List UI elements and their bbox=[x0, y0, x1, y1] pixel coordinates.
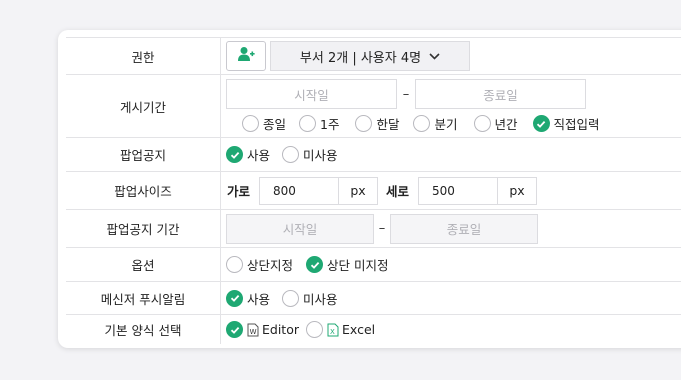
radio-circle bbox=[473, 115, 491, 132]
date-separator: – bbox=[402, 86, 410, 102]
word-doc-icon: W bbox=[247, 323, 259, 337]
radio-yearly[interactable]: 년간 bbox=[473, 114, 518, 133]
label-popup-period: 팝업공지 기간 bbox=[66, 210, 221, 247]
width-unit: px bbox=[339, 176, 379, 205]
label-popup-size: 팝업사이즈 bbox=[66, 172, 221, 209]
label-option: 옵션 bbox=[66, 248, 221, 281]
radio-one-week[interactable]: 1주 bbox=[299, 114, 339, 133]
row-default-format: 기본 양식 선택 W Editor X Excel bbox=[66, 315, 681, 344]
row-popup-size: 팝업사이즈 가로 800 px 세로 500 px bbox=[66, 172, 681, 210]
label-default-format: 기본 양식 선택 bbox=[66, 315, 221, 344]
width-label: 가로 bbox=[227, 184, 251, 199]
row-permission: 권한 부서 2개 | 사용자 4명 bbox=[66, 37, 681, 75]
excel-doc-icon: X bbox=[327, 323, 339, 337]
radio-no-pin-top[interactable]: 상단 미지정 bbox=[306, 255, 389, 274]
dept-user-select-button[interactable]: 부서 2개 | 사용자 4명 bbox=[270, 41, 470, 71]
svg-text:X: X bbox=[330, 328, 335, 336]
check-icon bbox=[532, 115, 550, 132]
radio-circle bbox=[282, 289, 300, 307]
radio-circle bbox=[306, 321, 323, 338]
height-unit: px bbox=[498, 176, 538, 205]
label-popup-notice: 팝업공지 bbox=[66, 138, 221, 171]
label-permission: 권한 bbox=[66, 38, 221, 74]
row-post-period: 게시기간 시작일 – 종료일 종일 1주 한달 분기 년간 직접입력 bbox=[66, 75, 681, 138]
width-input[interactable]: 800 bbox=[259, 176, 340, 205]
row-popup-notice: 팝업공지 사용 미사용 bbox=[66, 138, 681, 172]
dept-user-summary: 부서 2개 | 사용자 4명 bbox=[299, 50, 422, 66]
row-option: 옵션 상단지정 상단 미지정 bbox=[66, 248, 681, 282]
radio-popup-use[interactable]: 사용 bbox=[226, 145, 270, 164]
row-messenger-push: 메신저 푸시알림 사용 미사용 bbox=[66, 282, 681, 315]
settings-card: 권한 부서 2개 | 사용자 4명 게시기간 시작일 – 종료일 종일 1주 한… bbox=[58, 30, 681, 348]
radio-all-day[interactable]: 종일 bbox=[242, 114, 286, 133]
radio-push-unused[interactable]: 미사용 bbox=[282, 289, 338, 308]
row-popup-period: 팝업공지 기간 시작일 – 종료일 bbox=[66, 210, 681, 248]
radio-pin-top[interactable]: 상단지정 bbox=[226, 255, 293, 274]
check-icon bbox=[226, 146, 243, 163]
height-input[interactable]: 500 bbox=[418, 176, 499, 205]
post-start-date-field[interactable]: 시작일 bbox=[226, 79, 397, 109]
check-icon bbox=[226, 289, 243, 307]
radio-push-use[interactable]: 사용 bbox=[226, 289, 270, 308]
radio-excel[interactable]: X Excel bbox=[306, 321, 375, 338]
radio-circle bbox=[413, 115, 431, 132]
radio-one-month[interactable]: 한달 bbox=[355, 114, 399, 133]
popup-end-date-field[interactable]: 종료일 bbox=[390, 213, 538, 244]
radio-popup-unused[interactable]: 미사용 bbox=[282, 145, 338, 164]
post-end-date-field[interactable]: 종료일 bbox=[415, 79, 586, 109]
radio-quarter[interactable]: 분기 bbox=[413, 114, 458, 133]
svg-text:W: W bbox=[250, 328, 257, 336]
add-user-icon bbox=[237, 46, 255, 66]
radio-custom-input[interactable]: 직접입력 bbox=[532, 114, 600, 133]
radio-circle bbox=[242, 115, 259, 132]
radio-circle bbox=[355, 115, 373, 132]
label-post-period: 게시기간 bbox=[66, 75, 221, 137]
radio-circle bbox=[226, 256, 243, 273]
popup-start-date-field[interactable]: 시작일 bbox=[226, 213, 374, 244]
radio-editor[interactable]: W Editor bbox=[226, 321, 299, 338]
check-icon bbox=[306, 256, 324, 273]
add-user-button[interactable] bbox=[226, 41, 266, 71]
chevron-down-icon bbox=[429, 49, 440, 64]
label-messenger-push: 메신저 푸시알림 bbox=[66, 282, 221, 314]
date-separator: – bbox=[378, 221, 386, 236]
check-icon bbox=[226, 321, 243, 338]
radio-circle bbox=[282, 146, 300, 163]
radio-circle bbox=[299, 115, 317, 132]
height-label: 세로 bbox=[386, 184, 410, 199]
